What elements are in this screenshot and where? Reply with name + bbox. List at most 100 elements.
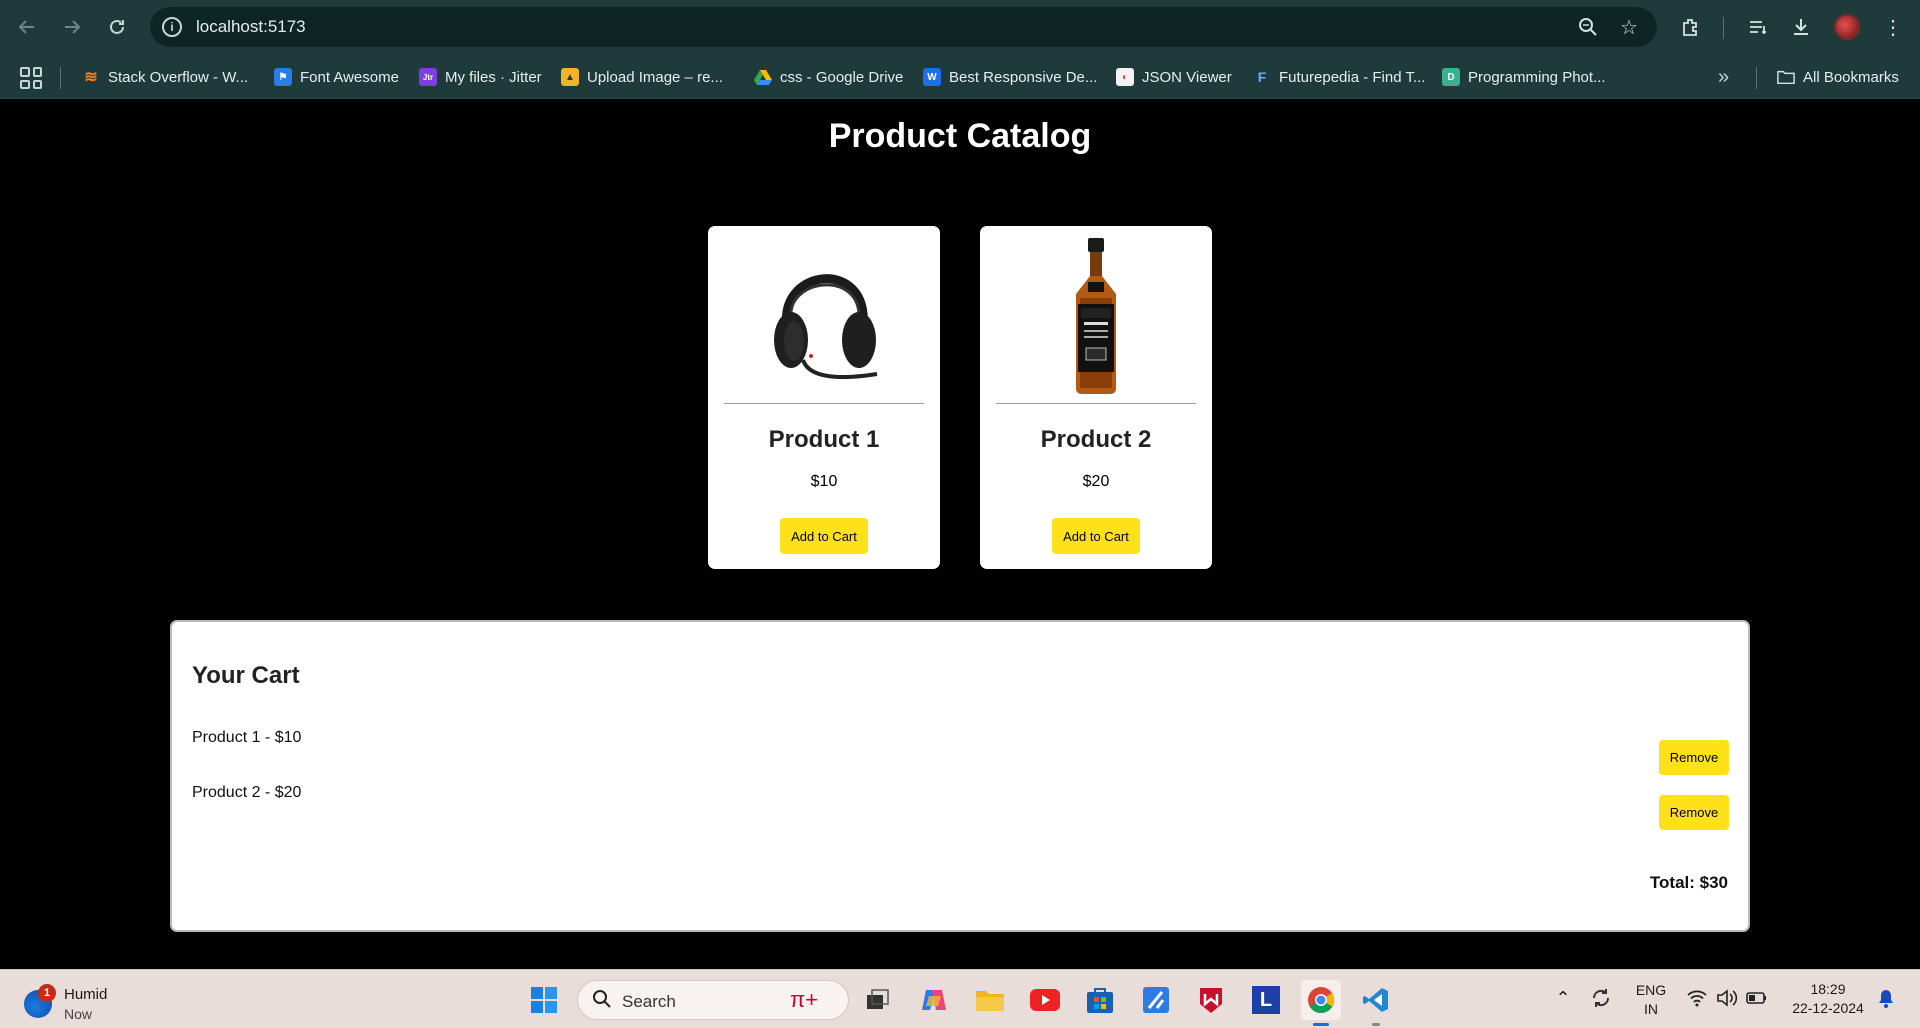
all-bookmarks-button[interactable]: All Bookmarks [1777,55,1899,99]
wifi-icon[interactable] [1684,978,1710,1018]
back-arrow-icon [18,20,34,34]
search-icon [592,989,612,1015]
product-name: Product 2 [1040,426,1152,453]
bookmark-label: css - Google Drive [780,68,904,86]
battery-icon[interactable] [1744,978,1770,1018]
apps-grid-icon[interactable] [20,67,42,89]
bookmark-label: My files · Jitter [445,68,542,86]
bookmark-label: JSON Viewer [1142,68,1232,86]
youtube-icon[interactable] [1025,980,1065,1020]
bookmark-item[interactable]: D Programming Phot... [1442,55,1606,99]
cart-total: Total: $30 [1649,873,1728,892]
bookmark-item[interactable]: css - Google Drive [754,55,903,99]
browser-toolbar: i localhost:5173 ☆ ⋮ [0,0,1920,55]
add-to-cart-button[interactable]: Add to Cart [780,518,868,554]
language-label: ENG [1635,982,1667,998]
windows-taskbar: 1 Humid Now Search π+ L ⌃ ENG IN 18:29 2… [0,969,1920,1028]
address-bar[interactable]: i localhost:5173 ☆ [150,7,1657,47]
vscode-icon[interactable] [1356,980,1396,1026]
copilot-icon[interactable] [914,980,954,1020]
toolbar-divider [1723,17,1724,39]
bookmark-item[interactable]: ⚑ Font Awesome [274,55,399,99]
jitter-icon: Jtr [419,68,437,86]
remove-button[interactable]: Remove [1659,795,1729,830]
language-indicator[interactable]: ENG IN [1628,981,1674,1019]
calculator-pi-icon: π+ [790,987,819,1012]
bookmark-label: Stack Overflow - W... [108,68,249,86]
bookmark-label: Upload Image – re... [587,68,723,86]
weather-widget[interactable]: 1 Humid Now [22,978,122,1022]
cart-item: Product 1 - $10 [192,729,302,746]
bookmark-item[interactable]: W Best Responsive De... [923,55,1097,99]
weather-label: Humid [64,986,108,1003]
upload-icon: ▲ [561,68,579,86]
reload-icon [110,19,124,34]
bookmarks-divider [1756,67,1757,89]
all-bookmarks-label: All Bookmarks [1803,68,1899,86]
bookmark-label: Futurepedia - Find T... [1279,68,1426,86]
notification-bell-icon[interactable] [1874,978,1898,1018]
clock-time: 18:29 [1810,981,1846,997]
region-label: IN [1644,1001,1658,1017]
taskbar-search[interactable]: Search π+ [577,980,849,1020]
bookmark-item[interactable]: F Futurepedia - Find T... [1253,55,1426,99]
json-viewer-icon: ◐ [1116,68,1134,86]
url-text[interactable]: localhost:5173 [196,17,306,37]
bookmark-star-icon[interactable]: ☆ [1617,15,1641,39]
remove-button[interactable]: Remove [1659,740,1729,775]
weather-time: Now [64,1006,93,1022]
more-bookmarks-chevron-icon[interactable]: » [1718,55,1729,99]
volume-icon[interactable] [1714,978,1740,1018]
cart-item: Product 2 - $20 [192,784,302,801]
product-name: Product 1 [768,426,880,453]
windows-start-icon[interactable] [524,980,564,1020]
flag-icon: ⚑ [274,68,292,86]
add-to-cart-button[interactable]: Add to Cart [1052,518,1140,554]
cart-panel: Your Cart Product 1 - $10 Remove Product… [170,620,1750,932]
forward-arrow-icon [65,20,81,34]
product-card: Product 2 $20 Add to Cart [980,226,1212,569]
google-drive-icon [754,68,772,86]
reading-list-icon[interactable] [1741,10,1775,44]
product-card: Product 1 $10 Add to Cart [708,226,940,569]
clock-date: 22-12-2024 [1792,1000,1864,1016]
headphones-icon [758,238,890,394]
card-divider [996,403,1196,404]
reload-button[interactable] [100,10,134,44]
bookmark-label: Programming Phot... [1468,68,1606,86]
file-explorer-icon[interactable] [970,980,1010,1020]
forward-button[interactable] [55,10,89,44]
page-title: Product Catalog [828,117,1092,155]
microsoft-store-icon[interactable] [1080,980,1120,1020]
l-app-icon[interactable]: L [1246,980,1286,1020]
bookmark-item[interactable]: ≋ Stack Overflow - W... [82,55,248,99]
chevron-up-icon[interactable]: ⌃ [1548,978,1578,1018]
zoom-icon[interactable] [1576,15,1600,39]
task-view-icon[interactable] [858,980,898,1020]
paint-app-icon[interactable] [1136,980,1176,1020]
bookmark-item[interactable]: Jtr My files · Jitter [419,55,542,99]
download-icon[interactable] [1784,10,1818,44]
bookmarks-divider [60,67,61,89]
sync-icon[interactable] [1586,978,1616,1018]
whiskey-bottle-icon [1030,238,1162,394]
bookmark-label: Font Awesome [300,68,399,86]
mcafee-icon[interactable] [1191,980,1231,1020]
profile-avatar[interactable] [1834,14,1860,40]
clock[interactable]: 18:29 22-12-2024 [1780,980,1876,1018]
cart-title: Your Cart [192,662,300,689]
site-info-icon[interactable]: i [162,17,182,37]
bookmark-item[interactable]: ▲ Upload Image – re... [561,55,723,99]
card-divider [724,403,924,404]
product-price: $20 [1082,473,1110,490]
bookmark-label: Best Responsive De... [949,68,1098,86]
bookmark-item[interactable]: ◐ JSON Viewer [1116,55,1232,99]
notification-badge: 1 [38,984,56,1002]
back-button[interactable] [10,10,44,44]
stackoverflow-icon: ≋ [84,69,98,86]
product-price: $10 [810,473,838,490]
bookmarks-bar: ≋ Stack Overflow - W... ⚑ Font Awesome J… [0,55,1920,99]
chrome-icon[interactable] [1301,980,1341,1026]
menu-kebab-icon[interactable]: ⋮ [1876,10,1910,44]
extensions-icon[interactable] [1673,10,1707,44]
